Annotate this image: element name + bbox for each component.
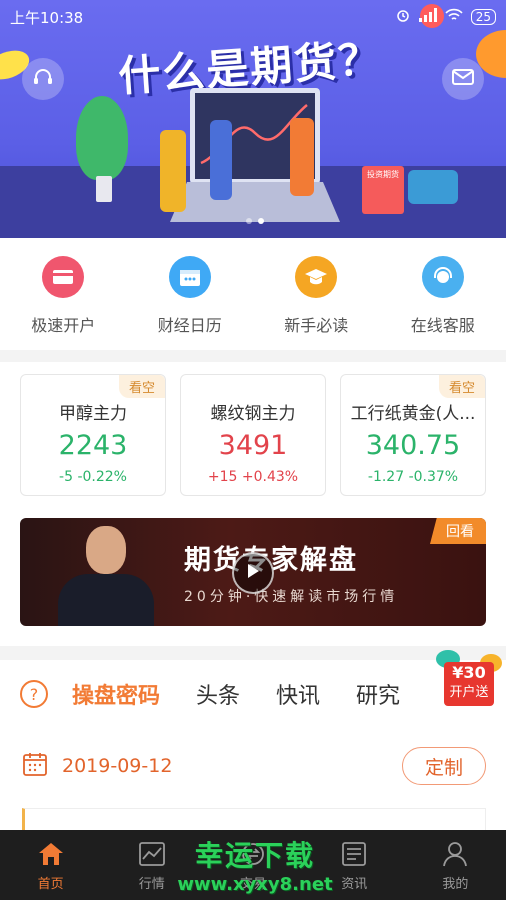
market-card[interactable]: 看空 甲醇主力 2243 -5 -0.22% [20, 374, 166, 496]
quick-menu: 极速开户 财经日历 新手必读 在线客服 [0, 238, 506, 350]
news-card[interactable] [22, 808, 486, 830]
plant-pot-illustration [96, 176, 112, 202]
video-subtitle: 20分钟·快速解读市场行情 [184, 589, 399, 605]
nav-trade[interactable]: 交易 [202, 830, 303, 900]
help-icon[interactable]: ? [20, 680, 48, 708]
customize-button[interactable]: 定制 [402, 747, 486, 785]
banner-carousel[interactable]: 上午10:38 25 什么是期货？ 投资期货 [0, 0, 506, 238]
laptop-illustration [170, 182, 340, 222]
nav-market[interactable]: 行情 [101, 830, 202, 900]
quick-menu-online-service[interactable]: 在线客服 [393, 256, 493, 350]
promo-badge[interactable]: ¥30 开户送 [436, 650, 502, 718]
contract-price: 2243 [58, 430, 128, 461]
tab-trading-code[interactable]: 操盘密码 [72, 678, 160, 710]
content-section: ? 操盘密码 头条 快讯 研究 2019-09-12 定制 [0, 660, 506, 830]
tab-flash-news[interactable]: 快讯 [276, 678, 320, 710]
sentiment-tag: 看空 [118, 375, 165, 398]
nav-news[interactable]: 资讯 [304, 830, 405, 900]
change-percent: -0.37% [408, 469, 459, 485]
person-illustration [210, 120, 232, 200]
person-illustration [408, 170, 458, 204]
quick-menu-beginner[interactable]: 新手必读 [266, 256, 366, 350]
play-icon [246, 563, 260, 583]
change-value: -1.27 [367, 469, 405, 485]
user-icon [440, 839, 470, 869]
promo-box: ¥30 开户送 [444, 662, 494, 706]
contract-price: 340.75 [365, 430, 461, 461]
nav-profile[interactable]: 我的 [405, 830, 506, 900]
status-time: 上午10:38 [10, 8, 84, 27]
carousel-dot-active[interactable] [258, 218, 264, 224]
contract-change: -5 -0.22% [21, 469, 165, 485]
trade-icon [238, 839, 268, 869]
carousel-dot[interactable] [246, 218, 252, 224]
change-percent: +0.43% [241, 469, 299, 485]
plant-illustration [76, 96, 128, 180]
replay-tag: 回看 [430, 518, 486, 544]
contract-name: 工行纸黄金(人... [350, 404, 476, 424]
calendar-icon [168, 256, 211, 298]
graduation-cap-icon [295, 256, 338, 298]
quick-menu-open-account[interactable]: 极速开户 [13, 256, 113, 350]
contract-name: 甲醇主力 [59, 404, 127, 424]
contract-change: +15 +0.43% [181, 469, 325, 485]
nav-home[interactable]: 首页 [0, 830, 101, 900]
contract-price: 3491 [218, 430, 288, 461]
quick-menu-label: 新手必读 [284, 316, 349, 335]
change-value: -5 [59, 469, 73, 485]
nav-label: 行情 [138, 876, 165, 892]
news-icon [339, 839, 369, 869]
quick-menu-label: 在线客服 [410, 316, 475, 335]
battery-indicator: 25 [470, 9, 496, 25]
promo-amount: ¥30 [452, 663, 486, 682]
card-icon [42, 256, 85, 298]
home-icon [36, 839, 66, 869]
quick-menu-label: 财经日历 [157, 316, 222, 335]
current-date: 2019-09-12 [62, 755, 173, 777]
date-row: 2019-09-12 定制 [22, 746, 486, 786]
chart-icon [137, 839, 167, 869]
market-card[interactable]: 看空 工行纸黄金(人... 340.75 -1.27 -0.37% [340, 374, 486, 496]
tab-research[interactable]: 研究 [356, 678, 400, 710]
headset-icon [32, 66, 54, 92]
expert-video-banner[interactable]: 期货专家解盘 20分钟·快速解读市场行情 回看 [20, 518, 486, 626]
status-bar: 上午10:38 25 [0, 0, 506, 34]
carousel-indicator [246, 218, 264, 224]
customer-service-button[interactable] [22, 58, 64, 100]
person-illustration [160, 130, 186, 212]
nav-label: 首页 [37, 876, 64, 892]
nav-label: 交易 [240, 876, 267, 892]
bottom-nav: 首页 行情 交易 资讯 我的 [0, 830, 506, 900]
book-label: 投资期货 [367, 170, 399, 179]
quick-menu-calendar[interactable]: 财经日历 [140, 256, 240, 350]
books-illustration: 投资期货 [362, 166, 404, 214]
customer-service-icon [421, 256, 464, 298]
content-tabs: ? 操盘密码 头条 快讯 研究 [20, 676, 436, 712]
play-button[interactable] [232, 552, 274, 594]
contract-name: 螺纹钢主力 [210, 404, 296, 424]
change-value: +15 [207, 469, 238, 485]
promo-text: 开户送 [449, 685, 489, 700]
mail-icon [452, 68, 474, 90]
sentiment-tag: 看空 [438, 375, 485, 398]
market-card[interactable]: 螺纹钢主力 3491 +15 +0.43% [180, 374, 326, 496]
market-section: 看空 甲醇主力 2243 -5 -0.22% 螺纹钢主力 3491 +15 +0… [0, 362, 506, 646]
calendar-icon [22, 751, 48, 781]
message-button[interactable] [442, 58, 484, 100]
status-icons: 25 [395, 7, 496, 27]
person-illustration [290, 118, 314, 196]
tab-headlines[interactable]: 头条 [196, 678, 240, 710]
change-percent: -0.22% [77, 469, 127, 485]
wifi-icon [445, 8, 463, 26]
market-cards: 看空 甲醇主力 2243 -5 -0.22% 螺纹钢主力 3491 +15 +0… [20, 374, 486, 496]
alarm-icon [395, 7, 411, 27]
quick-menu-label: 极速开户 [31, 316, 96, 335]
signal-icon [418, 8, 437, 26]
presenter-image [50, 522, 160, 626]
nav-label: 资讯 [341, 876, 368, 892]
nav-label: 我的 [442, 876, 469, 892]
contract-change: -1.27 -0.37% [341, 469, 485, 485]
